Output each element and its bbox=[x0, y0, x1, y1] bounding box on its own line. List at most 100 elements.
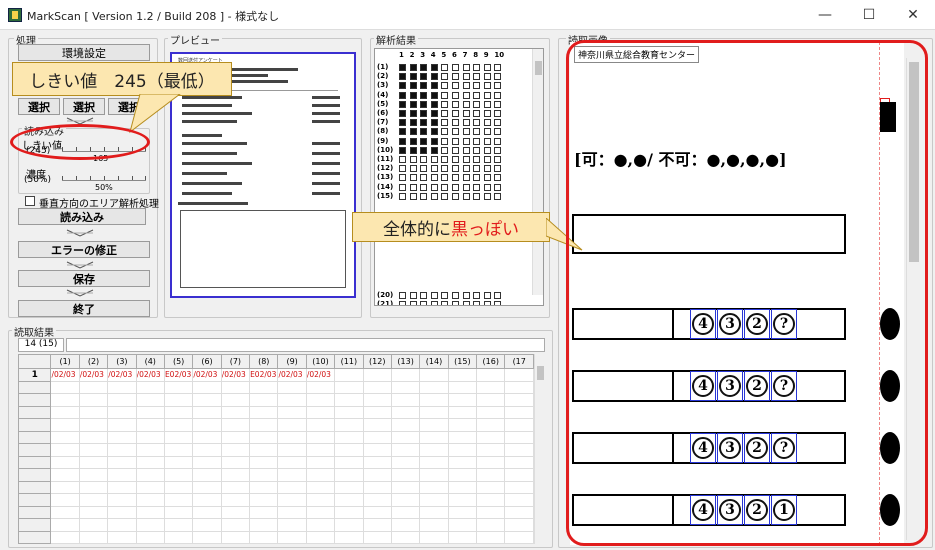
results-cell[interactable] bbox=[362, 518, 392, 532]
results-cell[interactable] bbox=[476, 518, 506, 532]
results-cell[interactable] bbox=[504, 368, 534, 382]
results-cell[interactable] bbox=[135, 443, 165, 457]
table-row[interactable] bbox=[17, 393, 534, 407]
results-cell[interactable] bbox=[390, 393, 421, 407]
results-cell[interactable] bbox=[362, 430, 392, 444]
results-cell[interactable] bbox=[334, 530, 364, 544]
results-cell[interactable] bbox=[419, 530, 449, 544]
results-cell[interactable] bbox=[390, 368, 421, 382]
results-cell[interactable] bbox=[447, 368, 478, 382]
results-cell[interactable] bbox=[163, 530, 194, 544]
results-cell[interactable] bbox=[107, 480, 137, 494]
table-row[interactable] bbox=[17, 443, 534, 457]
results-cell[interactable] bbox=[107, 393, 137, 407]
results-cell[interactable] bbox=[249, 430, 279, 444]
minimize-button[interactable]: — bbox=[803, 2, 847, 28]
results-cell[interactable] bbox=[419, 380, 449, 394]
results-cell[interactable] bbox=[504, 468, 534, 482]
results-cell[interactable] bbox=[78, 405, 109, 419]
vertical-analysis-checkbox[interactable] bbox=[25, 196, 35, 206]
results-cell[interactable] bbox=[504, 430, 534, 444]
results-cell[interactable] bbox=[78, 518, 109, 532]
results-cell[interactable] bbox=[50, 455, 80, 469]
results-cell[interactable] bbox=[135, 530, 165, 544]
results-cell[interactable] bbox=[163, 493, 194, 507]
analysis-scrollbar[interactable] bbox=[532, 49, 543, 295]
results-cell[interactable] bbox=[362, 468, 392, 482]
results-cell[interactable] bbox=[390, 430, 421, 444]
results-cell[interactable] bbox=[390, 443, 421, 457]
results-cell[interactable] bbox=[50, 405, 80, 419]
results-cell[interactable] bbox=[163, 443, 194, 457]
results-cell[interactable] bbox=[192, 480, 222, 494]
results-cell[interactable] bbox=[192, 468, 222, 482]
results-cell[interactable]: /02/03 bbox=[78, 368, 109, 382]
results-cell[interactable] bbox=[305, 418, 336, 432]
results-cell[interactable] bbox=[249, 393, 279, 407]
results-cell[interactable] bbox=[419, 505, 449, 519]
results-cell[interactable] bbox=[163, 430, 194, 444]
results-cell[interactable] bbox=[447, 380, 478, 394]
results-cell[interactable] bbox=[476, 530, 506, 544]
env-settings-button[interactable]: 環境設定 bbox=[18, 44, 150, 61]
results-cell[interactable] bbox=[135, 430, 165, 444]
results-cell[interactable] bbox=[419, 518, 449, 532]
results-column-header[interactable]: (4) bbox=[135, 354, 165, 369]
select-button-2[interactable]: 選択 bbox=[63, 98, 105, 115]
results-cell[interactable]: E02/03 bbox=[249, 368, 279, 382]
results-cell[interactable] bbox=[334, 480, 364, 494]
results-cell[interactable] bbox=[135, 505, 165, 519]
results-cell[interactable] bbox=[362, 480, 392, 494]
results-cell[interactable]: /02/03 bbox=[277, 368, 307, 382]
results-cell[interactable] bbox=[135, 380, 165, 394]
results-cell[interactable] bbox=[50, 418, 80, 432]
results-cell[interactable] bbox=[78, 380, 109, 394]
results-cell[interactable] bbox=[362, 368, 392, 382]
results-cell[interactable] bbox=[447, 393, 478, 407]
results-cell[interactable] bbox=[419, 493, 449, 507]
results-cell[interactable] bbox=[277, 405, 307, 419]
table-row[interactable] bbox=[17, 505, 534, 519]
results-cell[interactable] bbox=[305, 518, 336, 532]
results-cell[interactable] bbox=[305, 405, 336, 419]
results-column-header[interactable]: (6) bbox=[192, 354, 222, 369]
results-cell[interactable] bbox=[249, 518, 279, 532]
results-cell[interactable] bbox=[220, 430, 251, 444]
results-cell[interactable] bbox=[447, 480, 478, 494]
results-cell[interactable] bbox=[334, 455, 364, 469]
results-cell[interactable] bbox=[135, 493, 165, 507]
results-cell[interactable] bbox=[163, 480, 194, 494]
results-cell[interactable] bbox=[305, 443, 336, 457]
results-cell[interactable] bbox=[220, 380, 251, 394]
results-cell[interactable] bbox=[220, 443, 251, 457]
results-cell[interactable] bbox=[220, 518, 251, 532]
results-cell[interactable] bbox=[334, 430, 364, 444]
results-cell[interactable] bbox=[107, 405, 137, 419]
results-cell[interactable] bbox=[163, 380, 194, 394]
results-cell[interactable]: /02/03 bbox=[220, 368, 251, 382]
results-cell[interactable] bbox=[78, 393, 109, 407]
results-cell[interactable] bbox=[107, 505, 137, 519]
results-cell[interactable] bbox=[78, 480, 109, 494]
results-cell[interactable] bbox=[390, 468, 421, 482]
results-cell[interactable] bbox=[362, 418, 392, 432]
results-cell[interactable] bbox=[305, 455, 336, 469]
results-cell[interactable] bbox=[135, 393, 165, 407]
results-cell[interactable] bbox=[107, 430, 137, 444]
results-cell[interactable] bbox=[390, 380, 421, 394]
results-column-header[interactable]: (3) bbox=[107, 354, 137, 369]
results-cell[interactable] bbox=[504, 443, 534, 457]
results-cell[interactable] bbox=[305, 505, 336, 519]
results-cell[interactable] bbox=[220, 493, 251, 507]
results-cell[interactable] bbox=[249, 418, 279, 432]
results-cell[interactable] bbox=[476, 443, 506, 457]
results-cell[interactable] bbox=[163, 455, 194, 469]
results-cell[interactable] bbox=[220, 468, 251, 482]
results-cell[interactable] bbox=[78, 468, 109, 482]
results-cell[interactable] bbox=[362, 393, 392, 407]
results-cell[interactable] bbox=[220, 455, 251, 469]
results-cell[interactable] bbox=[504, 405, 534, 419]
results-column-header[interactable]: (1) bbox=[50, 354, 80, 369]
results-cell[interactable] bbox=[135, 405, 165, 419]
results-cell[interactable] bbox=[476, 505, 506, 519]
